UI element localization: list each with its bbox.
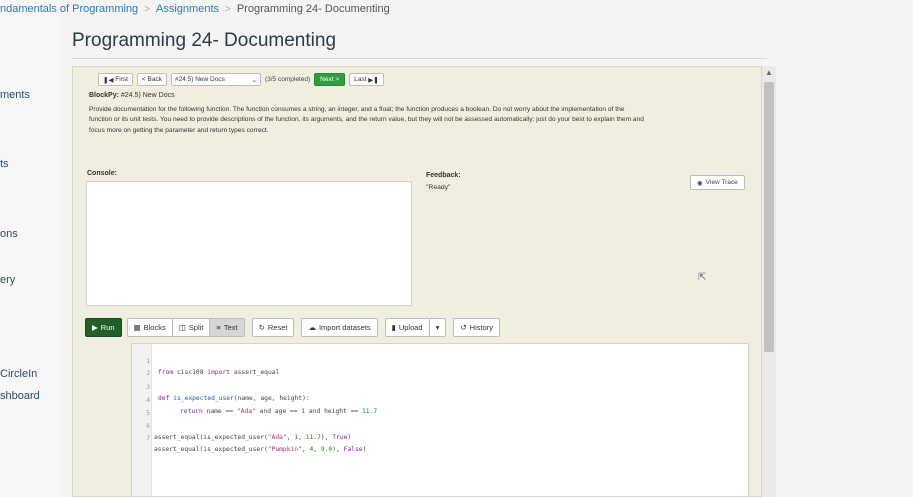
code-line: 5 xyxy=(146,410,150,417)
eye-icon: ◉ xyxy=(697,179,703,187)
breadcrumb: ndamentals of Programming > Assignments … xyxy=(0,0,390,18)
blocks-icon: ▦ xyxy=(133,323,141,332)
completion-count: (3/5 completed) xyxy=(264,76,311,83)
feedback-label: Feedback: xyxy=(426,172,461,179)
nav-item-ons[interactable]: ons xyxy=(0,228,18,240)
frame-scrollbar[interactable]: ▲ xyxy=(762,66,776,497)
code-line: 3 def is_expected_user(name, age, height… xyxy=(146,384,310,402)
mouse-pointer-icon: ⇱ xyxy=(698,272,707,283)
last-icon: ▶❚ xyxy=(366,76,379,84)
import-datasets-button[interactable]: ☁ Import datasets xyxy=(301,318,378,337)
title-divider xyxy=(72,58,767,59)
upload-button[interactable]: ▮ Upload xyxy=(384,318,430,337)
nav-item-ments[interactable]: ments xyxy=(0,89,30,101)
page-title: Programming 24- Documenting xyxy=(72,30,337,51)
refresh-icon: ↻ xyxy=(258,323,265,332)
breadcrumb-assignments[interactable]: Assignments xyxy=(156,3,219,15)
nav-item-dashboard[interactable]: shboard xyxy=(0,390,40,402)
chevron-right-icon: > xyxy=(333,76,340,83)
code-line: 4 return name == "Ada" and age == 1 and … xyxy=(146,397,378,415)
code-line: 7 assert_equal(is_expected_user("Pumpkin… xyxy=(146,435,367,453)
caret-down-icon: ▾ xyxy=(435,323,440,332)
last-button[interactable]: Last ▶❚ xyxy=(349,73,384,86)
feedback-text: "Ready" xyxy=(426,184,451,191)
chevron-right-icon: > xyxy=(225,3,231,15)
upload-group: ▮ Upload ▾ xyxy=(384,318,447,337)
first-button[interactable]: ❚◀ First xyxy=(98,73,133,86)
nav-item-circlein[interactable]: CircleIn xyxy=(0,368,37,380)
chevron-right-icon: > xyxy=(144,3,151,15)
breadcrumb-course[interactable]: ndamentals of Programming xyxy=(0,3,138,15)
history-button[interactable]: ↺ History xyxy=(453,318,500,337)
blockpy-frame: ❚◀ First < Back #24.5) New Docs ⌄ (3/5 co… xyxy=(72,66,762,497)
back-button[interactable]: < Back xyxy=(136,73,167,86)
text-button[interactable]: ≡ Text xyxy=(209,318,245,337)
view-mode-group: ▦ Blocks ◫ Split ≡ Text xyxy=(126,318,245,337)
history-icon: ↺ xyxy=(460,323,467,332)
problem-title: BlockPy: #24.5) New Docs xyxy=(89,92,175,99)
upload-dropdown-button[interactable]: ▾ xyxy=(428,318,447,337)
split-icon: ◫ xyxy=(178,323,186,332)
file-icon: ▮ xyxy=(391,323,396,332)
editor-toolbar: ▶ Run ▦ Blocks ◫ Split ≡ Text ↻ Reset ☁ Import… xyxy=(85,318,500,337)
code-line: 2 xyxy=(146,370,150,377)
console-output[interactable] xyxy=(86,181,412,306)
cloud-icon: ☁ xyxy=(308,323,316,332)
console-label: Console: xyxy=(87,170,117,177)
play-icon: ▶ xyxy=(92,323,98,332)
breadcrumb-current: Programming 24- Documenting xyxy=(236,3,390,15)
nav-item-ery[interactable]: ery xyxy=(0,274,15,286)
blocks-button[interactable]: ▦ Blocks xyxy=(126,318,173,337)
course-nav: ments ts ons ery CircleIn shboard xyxy=(0,0,60,497)
problem-description: Provide documentation for the following … xyxy=(89,106,644,134)
code-line: 1 from cisc108 import assert_equal xyxy=(146,358,280,376)
run-button[interactable]: ▶ Run xyxy=(85,318,122,337)
split-button[interactable]: ◫ Split xyxy=(171,318,211,337)
chevron-down-icon: ⌄ xyxy=(251,76,257,84)
nav-item-ts[interactable]: ts xyxy=(0,158,9,170)
code-editor[interactable]: 1 from cisc108 import assert_equal 2 3 d… xyxy=(131,343,749,496)
next-button[interactable]: Next > xyxy=(314,73,346,86)
view-trace-button[interactable]: ◉ View Trace xyxy=(690,175,745,190)
text-lines-icon: ≡ xyxy=(216,323,221,332)
first-icon: ❚◀ xyxy=(103,76,116,84)
problem-select[interactable]: #24.5) New Docs ⌄ xyxy=(170,73,261,86)
reset-button[interactable]: ↻ Reset xyxy=(251,318,295,337)
scrollbar-thumb[interactable] xyxy=(764,82,774,352)
code-line: 6 assert_equal(is_expected_user("Ada", 1… xyxy=(146,423,352,441)
problem-navbar: ❚◀ First < Back #24.5) New Docs ⌄ (3/5 co… xyxy=(98,73,384,86)
chevron-up-icon[interactable]: ▲ xyxy=(765,68,773,77)
